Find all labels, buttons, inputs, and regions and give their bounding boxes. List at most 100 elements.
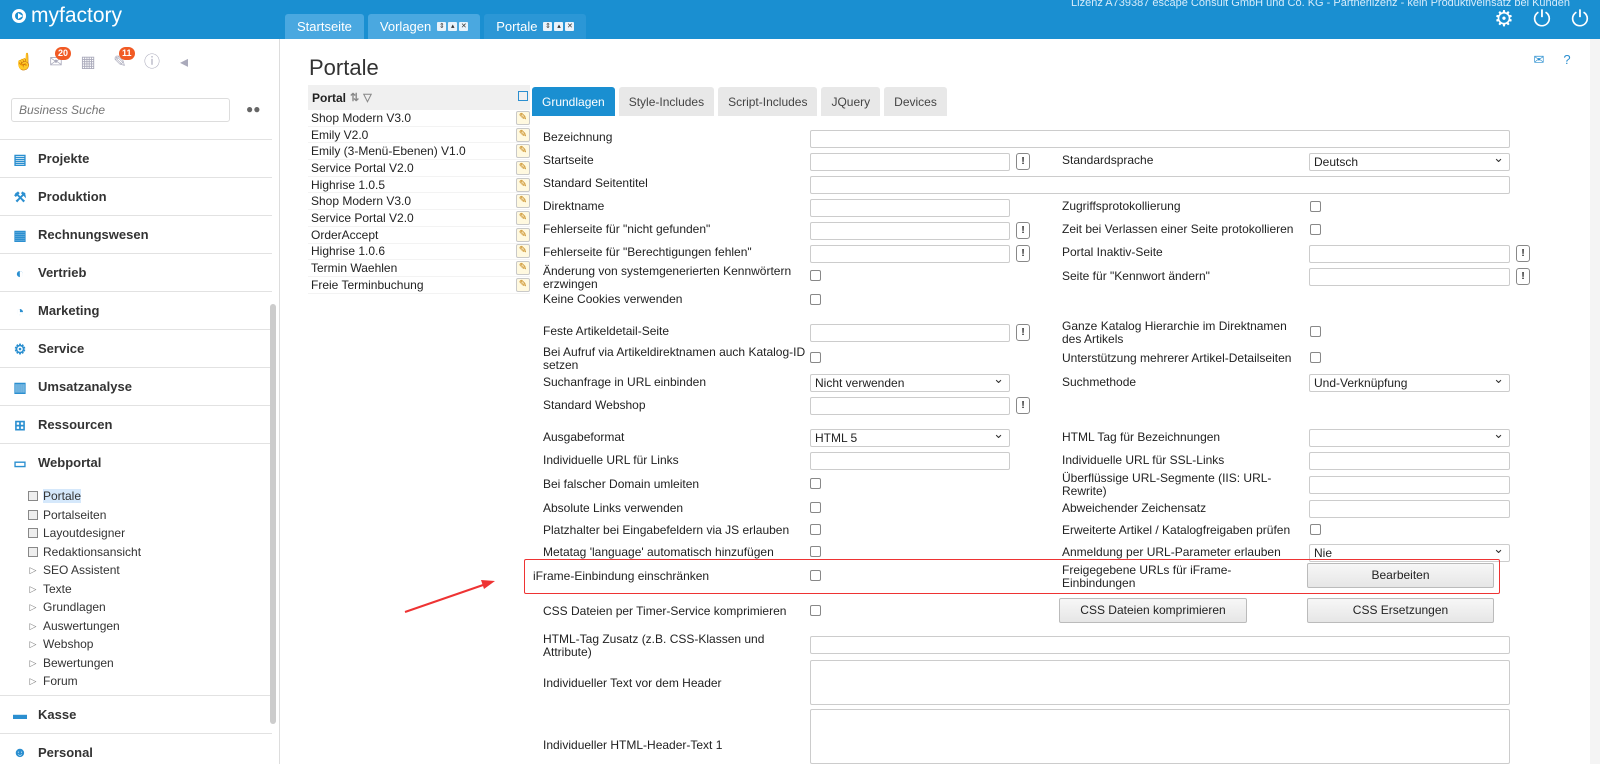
myfactory-logo[interactable]: myfactory bbox=[12, 4, 122, 28]
css-timer-checkbox[interactable] bbox=[810, 605, 821, 616]
subnav-layoutdesigner[interactable]: Layoutdesigner bbox=[28, 524, 272, 543]
tab-style-includes[interactable]: Style-Includes bbox=[618, 87, 715, 116]
ganze-katalog-checkbox[interactable] bbox=[1310, 326, 1321, 337]
thumb-icon[interactable]: ☝ bbox=[14, 53, 34, 73]
page-scrollbar[interactable] bbox=[1590, 39, 1600, 764]
subnav-bewertungen[interactable]: ▷ Bewertungen bbox=[28, 654, 272, 673]
url-segmente-input[interactable] bbox=[1309, 476, 1510, 494]
settings-gear-icon[interactable]: ⚙ bbox=[1492, 7, 1516, 31]
subnav-forum[interactable]: ▷ Forum bbox=[28, 672, 272, 691]
html-tag-zusatz-input[interactable] bbox=[810, 636, 1510, 654]
nav-kasse[interactable]: ▬ Kasse bbox=[0, 694, 272, 733]
fehler-berechtigungen-input[interactable] bbox=[810, 245, 1010, 263]
feste-artikel-input[interactable] bbox=[810, 324, 1010, 342]
subnav-portale[interactable]: Portale bbox=[28, 487, 272, 506]
css-komprimieren-button[interactable]: CSS Dateien komprimieren bbox=[1059, 598, 1247, 623]
direktname-input[interactable] bbox=[810, 199, 1010, 217]
aufruf-katalog-checkbox[interactable] bbox=[810, 352, 821, 363]
tab-up-icon[interactable]: ▴ bbox=[554, 22, 564, 31]
nav-service[interactable]: ⚙ Service bbox=[0, 329, 272, 367]
calendar-icon[interactable]: ▦ bbox=[78, 53, 98, 73]
text-header-textarea[interactable] bbox=[810, 660, 1510, 705]
business-search-input[interactable] bbox=[11, 98, 230, 122]
subnav-redaktionsansicht[interactable]: Redaktionsansicht bbox=[28, 543, 272, 562]
nav-vertrieb[interactable]: ◐ Vertrieb bbox=[0, 253, 272, 291]
tab-vorlagen[interactable]: Vorlagen ⇕ ▴ ✕ bbox=[367, 14, 481, 39]
nav-webportal[interactable]: ▭ Webportal bbox=[0, 443, 272, 481]
html-tag-bez-select[interactable] bbox=[1309, 427, 1510, 447]
mail-icon[interactable]: ✉ bbox=[1532, 53, 1546, 67]
fehler-berechtigungen-picker-button[interactable]: ! bbox=[1016, 245, 1030, 262]
url-links-input[interactable] bbox=[810, 452, 1010, 470]
webshop-input[interactable] bbox=[810, 397, 1010, 415]
sales-icon: ◐ bbox=[15, 264, 25, 281]
webshop-picker-button[interactable]: ! bbox=[1016, 397, 1030, 414]
nav-umsatzanalyse[interactable]: ▥ Umsatzanalyse bbox=[0, 367, 272, 405]
bezeichnung-input[interactable] bbox=[810, 130, 1510, 148]
seite-kennwort-input[interactable] bbox=[1309, 268, 1510, 286]
nav-personal[interactable]: ☻ Personal bbox=[0, 732, 272, 764]
power-settings-icon[interactable]: ⏻ bbox=[1568, 7, 1592, 31]
tab-close-icon[interactable]: ✕ bbox=[565, 22, 575, 31]
power-icon[interactable]: ⏻ bbox=[1530, 7, 1554, 31]
tab-portale[interactable]: Portale ⇕ ▴ ✕ bbox=[484, 14, 587, 39]
zugriffsprotokollierung-checkbox[interactable] bbox=[1310, 201, 1321, 212]
metatag-checkbox[interactable] bbox=[810, 546, 821, 557]
tab-grundlagen[interactable]: Grundlagen bbox=[532, 87, 615, 116]
subnav-texte[interactable]: ▷ Texte bbox=[28, 580, 272, 599]
feste-artikel-picker-button[interactable]: ! bbox=[1016, 324, 1030, 341]
bearbeiten-button[interactable]: Bearbeiten bbox=[1307, 563, 1494, 588]
tab-script-includes[interactable]: Script-Includes bbox=[718, 87, 818, 116]
tab-startseite[interactable]: Startseite bbox=[285, 14, 364, 39]
absolute-links-checkbox[interactable] bbox=[810, 502, 821, 513]
nav-marketing[interactable]: ◔ Marketing bbox=[0, 291, 272, 329]
nav-ressourcen[interactable]: ⊞ Ressourcen bbox=[0, 405, 272, 443]
seitentitel-input[interactable] bbox=[810, 176, 1510, 194]
help-icon[interactable]: ? bbox=[1560, 53, 1574, 67]
url-ssl-input[interactable] bbox=[1309, 452, 1510, 470]
info-icon[interactable]: ⓘ bbox=[142, 53, 162, 73]
startseite-picker-button[interactable]: ! bbox=[1016, 153, 1030, 170]
nav-produktion[interactable]: ⚒ Produktion bbox=[0, 177, 272, 215]
messages-icon[interactable]: ✎ 11 bbox=[110, 47, 135, 73]
erweiterte-freigaben-checkbox[interactable] bbox=[1310, 524, 1321, 535]
subnav-seo-assistent[interactable]: ▷ SEO Assistent bbox=[28, 561, 272, 580]
nav-rechnungswesen[interactable]: ▦ Rechnungswesen bbox=[0, 215, 272, 253]
ausgabeformat-select[interactable]: HTML 5 bbox=[810, 427, 1010, 447]
subnav-grundlagen[interactable]: ▷ Grundlagen bbox=[28, 598, 272, 617]
analysis-icon: ▥ bbox=[13, 378, 27, 395]
iframe-checkbox[interactable] bbox=[810, 570, 821, 581]
fehler-nicht-gefunden-input[interactable] bbox=[810, 222, 1010, 240]
aenderung-kennwort-checkbox[interactable] bbox=[810, 270, 821, 281]
subnav-portalseiten[interactable]: Portalseiten bbox=[28, 506, 272, 525]
standardsprache-select[interactable]: Deutsch bbox=[1309, 151, 1510, 171]
suchmethode-select[interactable]: Und-Verknüpfung bbox=[1309, 372, 1510, 392]
tab-up-icon[interactable]: ▴ bbox=[448, 22, 458, 31]
platzhalter-checkbox[interactable] bbox=[810, 524, 821, 535]
zeichensatz-input[interactable] bbox=[1309, 500, 1510, 518]
collapse-left-icon[interactable]: ◂ bbox=[174, 53, 194, 73]
keine-cookies-checkbox[interactable] bbox=[810, 294, 821, 305]
tab-move-icon[interactable]: ⇕ bbox=[437, 22, 447, 31]
zeit-verlassen-checkbox[interactable] bbox=[1310, 224, 1321, 235]
suchanfrage-select[interactable]: Nicht verwenden bbox=[810, 372, 1010, 392]
fehler-nicht-gefunden-picker-button[interactable]: ! bbox=[1016, 222, 1030, 239]
tab-jquery[interactable]: JQuery bbox=[821, 87, 881, 116]
nav-projekte[interactable]: ▤ Projekte bbox=[0, 139, 272, 177]
startseite-input[interactable] bbox=[810, 153, 1010, 171]
mehrere-detail-checkbox[interactable] bbox=[1310, 352, 1321, 363]
notifications-icon[interactable]: ✉ 20 bbox=[46, 47, 72, 73]
tab-devices[interactable]: Devices bbox=[884, 87, 947, 116]
css-ersetzungen-button[interactable]: CSS Ersetzungen bbox=[1307, 598, 1494, 623]
falsche-domain-checkbox[interactable] bbox=[810, 478, 821, 489]
seite-kennwort-picker-button[interactable]: ! bbox=[1516, 268, 1530, 285]
search-options-icon[interactable]: ●● bbox=[246, 102, 261, 116]
portal-inaktiv-picker-button[interactable]: ! bbox=[1516, 245, 1530, 262]
subnav-webshop[interactable]: ▷ Webshop bbox=[28, 635, 272, 654]
subnav-auswertungen[interactable]: ▷ Auswertungen bbox=[28, 617, 272, 636]
tab-move-icon[interactable]: ⇕ bbox=[543, 22, 553, 31]
portal-inaktiv-input[interactable] bbox=[1309, 245, 1510, 263]
tab-close-icon[interactable]: ✕ bbox=[459, 22, 469, 31]
sidebar-scrollbar[interactable] bbox=[270, 304, 276, 724]
html-header-1-textarea[interactable] bbox=[810, 709, 1510, 764]
